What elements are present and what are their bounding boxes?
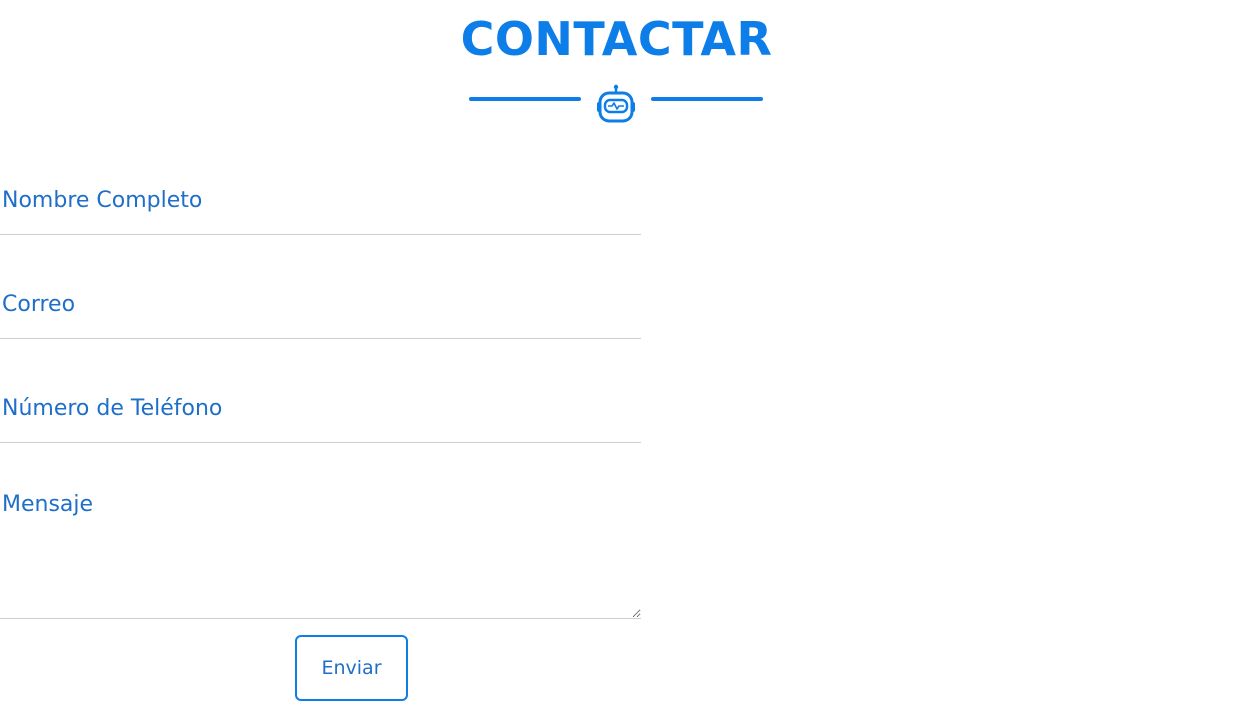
full-name-input[interactable] bbox=[0, 155, 641, 235]
message-textarea[interactable] bbox=[0, 484, 641, 619]
email-input[interactable] bbox=[0, 259, 641, 339]
phone-input[interactable] bbox=[0, 363, 641, 443]
robot-icon bbox=[595, 84, 637, 124]
title-divider bbox=[469, 84, 764, 124]
submit-button[interactable]: Enviar bbox=[295, 635, 408, 701]
divider-line-right bbox=[651, 97, 763, 101]
page-title: CONTACTAR bbox=[460, 12, 773, 66]
divider-line-left bbox=[469, 97, 581, 101]
contact-section: CONTACTAR Enviar bbox=[0, 0, 1233, 724]
